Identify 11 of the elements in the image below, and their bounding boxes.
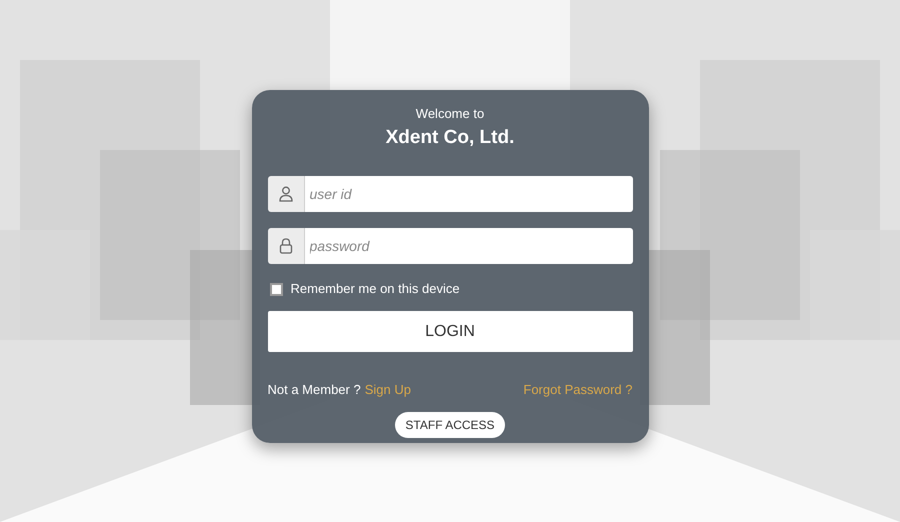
welcome-text: Welcome to — [416, 106, 484, 122]
staff-access-button[interactable]: STAFF ACCESS — [395, 412, 505, 438]
password-field[interactable]: password — [304, 228, 632, 264]
remember-checkbox[interactable] — [270, 282, 282, 296]
signup-prompt: Not a Member ? — [268, 381, 361, 399]
company-title: Xdent Co, Ltd. — [386, 126, 514, 150]
user-icon — [278, 186, 292, 202]
lock-icon — [278, 238, 292, 254]
remember-label: Remember me on this device — [290, 280, 460, 298]
login-button[interactable]: LOGIN — [268, 311, 632, 352]
user-id-field[interactable]: user id — [304, 176, 632, 212]
